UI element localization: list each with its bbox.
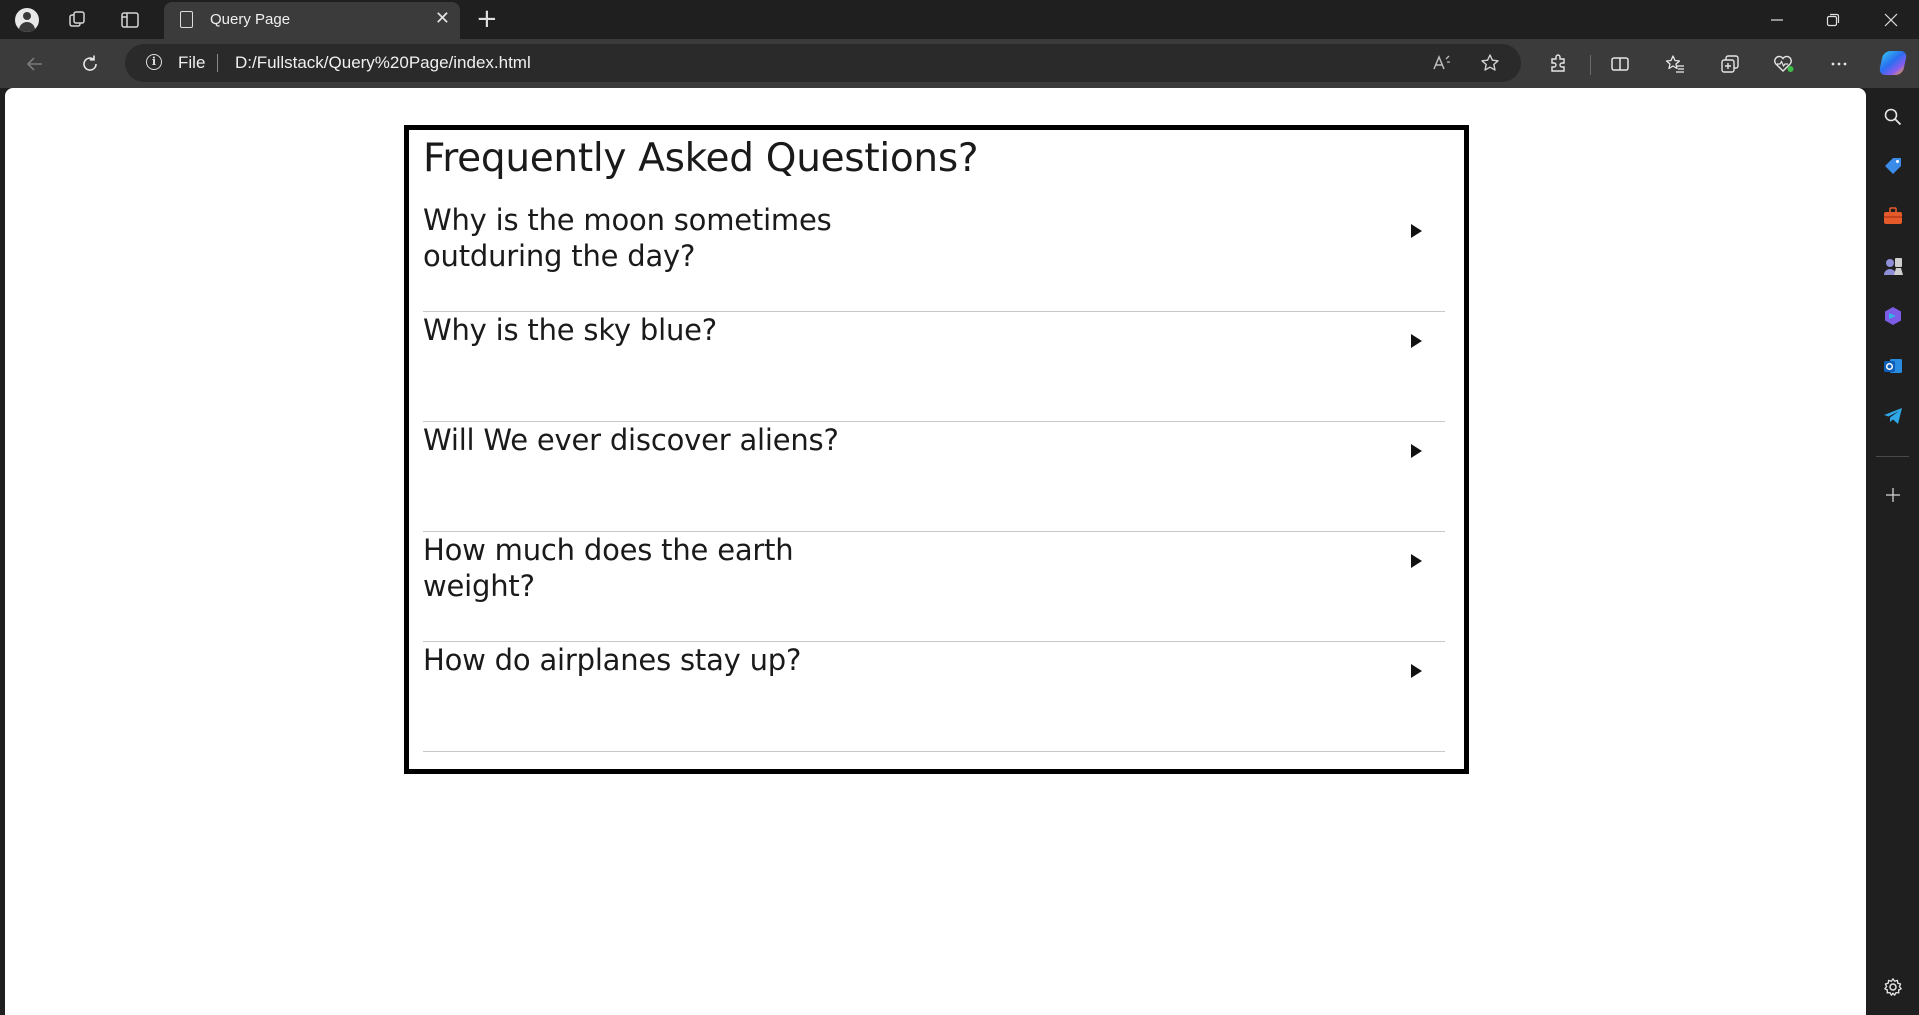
- faq-question[interactable]: Will We ever discover aliens?: [423, 422, 853, 458]
- restore-icon[interactable]: [1813, 5, 1853, 35]
- shopping-icon[interactable]: [1878, 151, 1908, 181]
- faq-question[interactable]: How much does the earth weight?: [423, 532, 853, 604]
- new-tab-icon[interactable]: +: [476, 4, 498, 34]
- more-icon[interactable]: [1823, 48, 1855, 80]
- telegram-icon[interactable]: [1878, 401, 1908, 431]
- tab-title: Query Page: [210, 11, 291, 28]
- faq-item[interactable]: Why is the moon sometimes outduring the …: [423, 202, 1445, 312]
- search-icon[interactable]: [1878, 102, 1908, 132]
- faq-question[interactable]: Why is the moon sometimes outduring the …: [423, 202, 853, 274]
- vertical-tabs-icon[interactable]: [115, 5, 145, 35]
- faq-item[interactable]: How do airplanes stay up?: [423, 642, 1445, 752]
- tools-icon[interactable]: [1878, 201, 1908, 231]
- site-info-label[interactable]: File: [178, 53, 205, 73]
- workspaces-icon[interactable]: [62, 5, 92, 35]
- microsoft-365-icon[interactable]: [1878, 301, 1908, 331]
- faq-container: Frequently Asked Questions? Why is the m…: [404, 125, 1469, 774]
- extensions-icon[interactable]: [1542, 48, 1574, 80]
- close-tab-icon[interactable]: ✕: [435, 8, 450, 29]
- page-viewport: Frequently Asked Questions? Why is the m…: [5, 88, 1866, 1015]
- info-icon[interactable]: i: [146, 54, 162, 70]
- expand-arrow-icon[interactable]: [1411, 224, 1422, 238]
- refresh-icon[interactable]: [74, 48, 106, 80]
- collections-icon[interactable]: [1714, 48, 1746, 80]
- expand-arrow-icon[interactable]: [1411, 554, 1422, 568]
- close-window-icon[interactable]: [1871, 5, 1911, 35]
- favorite-star-icon[interactable]: [1476, 49, 1504, 77]
- url-text[interactable]: D:/Fullstack/Query%20Page/index.html: [235, 53, 531, 73]
- faq-title: Frequently Asked Questions?: [423, 136, 979, 181]
- favorites-icon[interactable]: [1659, 48, 1691, 80]
- address-bar[interactable]: i File D:/Fullstack/Query%20Page/index.h…: [125, 44, 1521, 82]
- address-divider: [217, 54, 218, 72]
- expand-arrow-icon[interactable]: [1411, 444, 1422, 458]
- back-icon[interactable]: [19, 48, 51, 80]
- browser-essentials-icon[interactable]: [1768, 48, 1800, 80]
- toolbar-divider: [1590, 55, 1591, 75]
- add-icon[interactable]: [1878, 480, 1908, 510]
- sidebar-divider: [1876, 456, 1909, 457]
- active-tab[interactable]: Query Page ✕: [164, 2, 460, 39]
- faq-item[interactable]: Will We ever discover aliens?: [423, 422, 1445, 532]
- profile-avatar: [15, 8, 39, 32]
- split-screen-icon[interactable]: [1604, 48, 1636, 80]
- outlook-icon[interactable]: [1878, 351, 1908, 381]
- page-icon: [180, 11, 193, 28]
- profile-icon[interactable]: [12, 5, 42, 35]
- faq-question[interactable]: How do airplanes stay up?: [423, 642, 853, 678]
- browser-toolbar: i File D:/Fullstack/Query%20Page/index.h…: [0, 39, 1919, 88]
- copilot-icon[interactable]: [1878, 48, 1908, 78]
- faq-question[interactable]: Why is the sky blue?: [423, 312, 853, 348]
- minimize-icon[interactable]: [1757, 5, 1797, 35]
- faq-item[interactable]: Why is the sky blue?: [423, 312, 1445, 422]
- expand-arrow-icon[interactable]: [1411, 334, 1422, 348]
- faq-item[interactable]: How much does the earth weight?: [423, 532, 1445, 642]
- expand-arrow-icon[interactable]: [1411, 664, 1422, 678]
- settings-icon[interactable]: [1878, 972, 1908, 1002]
- games-icon[interactable]: [1878, 251, 1908, 281]
- browser-sidebar: [1866, 88, 1919, 1015]
- title-bar: Query Page ✕ +: [0, 0, 1919, 39]
- read-aloud-icon[interactable]: [1428, 49, 1456, 77]
